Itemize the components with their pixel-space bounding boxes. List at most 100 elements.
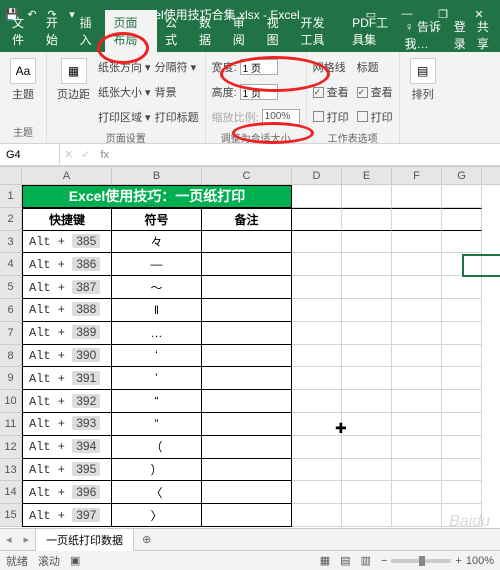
arrange-button[interactable]: ▤ 排列 (406, 56, 440, 104)
cell-D1[interactable] (292, 185, 342, 208)
symbol-cell[interactable]: ‘ (112, 345, 202, 368)
shortcut-cell[interactable]: Alt + 393 (22, 413, 112, 436)
cell-G11[interactable] (442, 413, 482, 436)
cell-G10[interactable] (442, 390, 482, 413)
cell-E4[interactable] (342, 253, 392, 276)
row-header[interactable]: 5 (0, 276, 22, 299)
sheet-nav-next-icon[interactable]: ▸ (18, 533, 36, 546)
note-cell[interactable] (202, 276, 292, 299)
cell-F13[interactable] (392, 459, 442, 482)
cell-D9[interactable] (292, 367, 342, 390)
cell-E8[interactable] (342, 345, 392, 368)
tab-developer[interactable]: 开发工具 (292, 10, 344, 52)
note-cell[interactable] (202, 322, 292, 345)
shortcut-cell[interactable]: Alt + 397 (22, 504, 112, 527)
symbol-cell[interactable]: ‖ (112, 299, 202, 322)
cell-D8[interactable] (292, 345, 342, 368)
cell-E11[interactable] (342, 413, 392, 436)
row-header[interactable]: 13 (0, 459, 22, 482)
shortcut-cell[interactable]: Alt + 389 (22, 322, 112, 345)
table-header-cell[interactable]: 快捷键 (22, 208, 112, 231)
cell-F8[interactable] (392, 345, 442, 368)
table-header-cell[interactable]: 符号 (112, 208, 202, 231)
row-header[interactable]: 6 (0, 299, 22, 322)
cell-E12[interactable] (342, 436, 392, 459)
sheet-nav-prev-icon[interactable]: ◂ (0, 533, 18, 546)
row-header[interactable]: 1 (0, 185, 22, 208)
sheet-tab-active[interactable]: 一页纸打印数据 (35, 528, 134, 551)
cell-D13[interactable] (292, 459, 342, 482)
macro-record-icon[interactable]: ▣ (70, 554, 80, 567)
margins-button[interactable]: ▦ 页边距 (53, 56, 94, 128)
tab-review[interactable]: 审阅 (225, 10, 259, 52)
cell-G13[interactable] (442, 459, 482, 482)
background-button[interactable]: 背景 (155, 81, 199, 104)
cell-G7[interactable] (442, 322, 482, 345)
tell-me[interactable]: ♀ 告诉我… (405, 18, 448, 52)
cell-E5[interactable] (342, 276, 392, 299)
col-header-G[interactable]: G (442, 167, 482, 184)
new-sheet-icon[interactable]: ⊕ (134, 533, 159, 546)
cell-G5[interactable] (442, 276, 482, 299)
tab-pdf[interactable]: PDF工具集 (344, 10, 405, 52)
note-cell[interactable] (202, 299, 292, 322)
note-cell[interactable] (202, 390, 292, 413)
row-header[interactable]: 14 (0, 481, 22, 504)
cell-G12[interactable] (442, 436, 482, 459)
cell-D6[interactable] (292, 299, 342, 322)
cell-F15[interactable] (392, 504, 442, 527)
row-header[interactable]: 4 (0, 253, 22, 276)
note-cell[interactable] (202, 481, 292, 504)
cell-E15[interactable] (342, 504, 392, 527)
shortcut-cell[interactable]: Alt + 395 (22, 459, 112, 482)
tab-formulas[interactable]: 公式 (157, 10, 191, 52)
cancel-icon[interactable]: ✕ (60, 148, 77, 161)
cell-D12[interactable] (292, 436, 342, 459)
symbol-cell[interactable]: ” (112, 413, 202, 436)
shortcut-cell[interactable]: Alt + 390 (22, 345, 112, 368)
headings-view-checkbox[interactable] (357, 87, 368, 98)
view-normal-icon[interactable]: ▦ (320, 554, 330, 567)
cell-D11[interactable] (292, 413, 342, 436)
tab-insert[interactable]: 插入 (72, 10, 106, 52)
cell-D4[interactable] (292, 253, 342, 276)
cell-E6[interactable] (342, 299, 392, 322)
cell-D5[interactable] (292, 276, 342, 299)
note-cell[interactable] (202, 253, 292, 276)
cell-E3[interactable] (342, 231, 392, 254)
cell-D14[interactable] (292, 481, 342, 504)
cell-G1[interactable] (442, 185, 482, 208)
note-cell[interactable] (202, 436, 292, 459)
table-title-cell[interactable]: Excel使用技巧：一页纸打印 (22, 185, 292, 208)
cell-F3[interactable] (392, 231, 442, 254)
shortcut-cell[interactable]: Alt + 387 (22, 276, 112, 299)
breaks-button[interactable]: 分隔符 ▾ (155, 56, 199, 79)
scale-input[interactable] (262, 109, 300, 125)
print-titles-button[interactable]: 打印标题 (155, 106, 199, 129)
login-button[interactable]: 登录 (454, 18, 471, 52)
cell-F9[interactable] (392, 367, 442, 390)
cell-E14[interactable] (342, 481, 392, 504)
zoom-level[interactable]: 100% (466, 555, 494, 567)
symbol-cell[interactable]: ’ (112, 367, 202, 390)
cell-E1[interactable] (342, 185, 392, 208)
zoom-in-icon[interactable]: + (455, 555, 461, 567)
row-header[interactable]: 7 (0, 322, 22, 345)
enter-icon[interactable]: ✓ (77, 148, 94, 161)
cell-D3[interactable] (292, 231, 342, 254)
view-page-layout-icon[interactable]: ▤ (340, 554, 350, 567)
cell-E10[interactable] (342, 390, 392, 413)
symbol-cell[interactable]: （ (112, 436, 202, 459)
cell-F7[interactable] (392, 322, 442, 345)
symbol-cell[interactable]: “ (112, 390, 202, 413)
tab-file[interactable]: 文件 (4, 10, 38, 52)
note-cell[interactable] (202, 504, 292, 527)
cell-E2[interactable] (342, 208, 392, 231)
row-header[interactable]: 8 (0, 345, 22, 368)
cell-G15[interactable] (442, 504, 482, 527)
note-cell[interactable] (202, 459, 292, 482)
cell-G2[interactable] (442, 208, 482, 231)
symbol-cell[interactable]: — (112, 253, 202, 276)
row-header[interactable]: 9 (0, 367, 22, 390)
row-header[interactable]: 12 (0, 436, 22, 459)
